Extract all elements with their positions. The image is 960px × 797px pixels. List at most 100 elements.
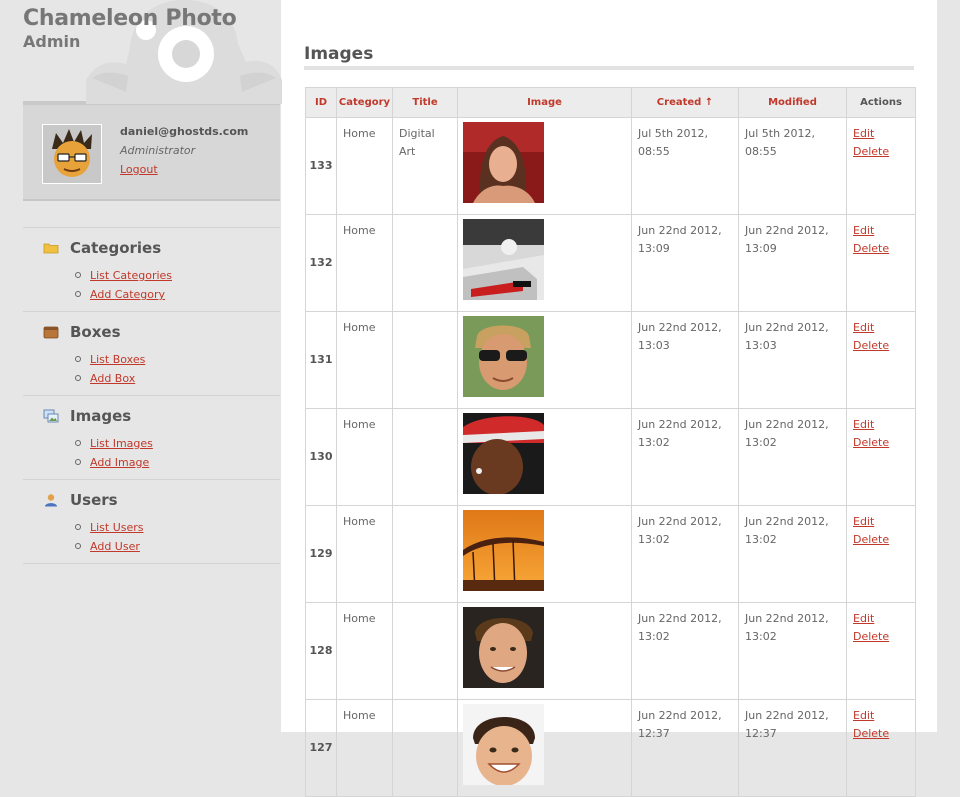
edit-link[interactable]: Edit [853, 222, 909, 240]
delete-link[interactable]: Delete [853, 531, 909, 549]
row-actions: Edit Delete [846, 505, 916, 603]
delete-link[interactable]: Delete [853, 434, 909, 452]
nav-item: List Users [75, 518, 144, 537]
column-header-created[interactable]: Created ↑ [631, 87, 739, 118]
images-icon [43, 409, 59, 423]
row-modified: Jun 22nd 2012, 13:02 [738, 408, 847, 506]
column-header-id[interactable]: ID [305, 87, 337, 118]
edit-link[interactable]: Edit [853, 416, 909, 434]
image-thumbnail[interactable] [463, 413, 544, 494]
user-email: daniel@ghostds.com [120, 125, 249, 138]
list-users-link[interactable]: List Users [90, 521, 144, 534]
row-created: Jun 22nd 2012, 13:02 [631, 505, 739, 603]
user-role: Administrator [120, 144, 196, 157]
row-id: 127 [305, 699, 337, 797]
image-thumbnail[interactable] [463, 122, 544, 203]
add-image-link[interactable]: Add Image [90, 456, 149, 469]
row-category: Home [336, 214, 393, 312]
sidebar: Chameleon Photo Admin daniel@ghostds.com… [0, 0, 282, 732]
delete-link[interactable]: Delete [853, 143, 909, 161]
row-category: Home [336, 602, 393, 700]
row-image-cell [457, 699, 632, 797]
nav-item: Add Box [75, 369, 145, 388]
row-image-cell [457, 505, 632, 603]
row-id: 128 [305, 602, 337, 700]
row-actions: Edit Delete [846, 117, 916, 215]
nav-title-users: Users [70, 491, 118, 509]
table-row: 130 Home Jun 22nd 2012, 13:02 Jun 22nd 2… [305, 408, 916, 506]
list-images-link[interactable]: List Images [90, 437, 153, 450]
image-thumbnail[interactable] [463, 219, 544, 300]
title-divider [304, 66, 914, 70]
nav-item: List Categories [75, 266, 172, 285]
row-title [392, 699, 458, 797]
add-category-link[interactable]: Add Category [90, 288, 165, 301]
row-image-cell [457, 117, 632, 215]
row-id: 133 [305, 117, 337, 215]
image-thumbnail[interactable] [463, 316, 544, 397]
box-icon [43, 326, 59, 339]
row-created: Jun 22nd 2012, 13:09 [631, 214, 739, 312]
row-title [392, 311, 458, 409]
row-actions: Edit Delete [846, 214, 916, 312]
row-created: Jun 22nd 2012, 13:03 [631, 311, 739, 409]
sidebar-nav: Categories List Categories Add Category … [23, 227, 280, 564]
nav-links-boxes: List Boxes Add Box [75, 350, 145, 388]
row-created: Jun 22nd 2012, 13:02 [631, 602, 739, 700]
image-thumbnail[interactable] [463, 510, 544, 591]
nav-heading-users: Users [43, 490, 118, 510]
row-created: Jun 22nd 2012, 13:02 [631, 408, 739, 506]
nav-item: Add User [75, 537, 144, 556]
row-modified: Jun 22nd 2012, 13:02 [738, 505, 847, 603]
nav-item: Add Category [75, 285, 172, 304]
brand-title: Chameleon Photo [23, 6, 237, 31]
row-id: 129 [305, 505, 337, 603]
image-thumbnail[interactable] [463, 704, 544, 785]
table-row: 127 Home Jun 22nd 2012, 12:37 Jun 22nd 2… [305, 699, 916, 797]
row-image-cell [457, 214, 632, 312]
row-id: 130 [305, 408, 337, 506]
edit-link[interactable]: Edit [853, 610, 909, 628]
brand-subtitle: Admin [23, 32, 81, 51]
nav-heading-images: Images [43, 406, 131, 426]
avatar [42, 124, 102, 184]
delete-link[interactable]: Delete [853, 628, 909, 646]
table-row: 129 Home Jun 22nd 2012, 13:02 Jun 22nd 2… [305, 505, 916, 603]
column-header-category[interactable]: Category [336, 87, 393, 118]
row-modified: Jun 22nd 2012, 13:09 [738, 214, 847, 312]
row-modified: Jun 22nd 2012, 12:37 [738, 699, 847, 797]
page-title: Images [304, 44, 374, 64]
row-image-cell [457, 602, 632, 700]
edit-link[interactable]: Edit [853, 125, 909, 143]
add-box-link[interactable]: Add Box [90, 372, 135, 385]
row-modified: Jun 22nd 2012, 13:02 [738, 602, 847, 700]
row-title [392, 505, 458, 603]
nav-title-boxes: Boxes [70, 323, 121, 341]
user-panel: daniel@ghostds.com Administrator Logout [23, 101, 280, 201]
edit-link[interactable]: Edit [853, 707, 909, 725]
right-gutter [937, 0, 960, 732]
edit-link[interactable]: Edit [853, 513, 909, 531]
delete-link[interactable]: Delete [853, 725, 909, 743]
list-boxes-link[interactable]: List Boxes [90, 353, 145, 366]
delete-link[interactable]: Delete [853, 240, 909, 258]
column-header-actions: Actions [846, 87, 916, 118]
list-categories-link[interactable]: List Categories [90, 269, 172, 282]
column-header-title[interactable]: Title [392, 87, 458, 118]
row-title [392, 408, 458, 506]
delete-link[interactable]: Delete [853, 337, 909, 355]
nav-title-images: Images [70, 407, 132, 425]
nav-heading-boxes: Boxes [43, 322, 121, 342]
add-user-link[interactable]: Add User [90, 540, 140, 553]
column-header-modified[interactable]: Modified [738, 87, 847, 118]
column-header-image[interactable]: Image [457, 87, 632, 118]
row-title [392, 602, 458, 700]
nav-item: List Boxes [75, 350, 145, 369]
row-id: 131 [305, 311, 337, 409]
row-category: Home [336, 699, 393, 797]
logout-link[interactable]: Logout [120, 163, 158, 176]
edit-link[interactable]: Edit [853, 319, 909, 337]
image-thumbnail[interactable] [463, 607, 544, 688]
nav-title-categories: Categories [70, 239, 162, 257]
table-row: 133 Home Digital Art Jul 5th 2012, 08:55… [305, 117, 916, 215]
